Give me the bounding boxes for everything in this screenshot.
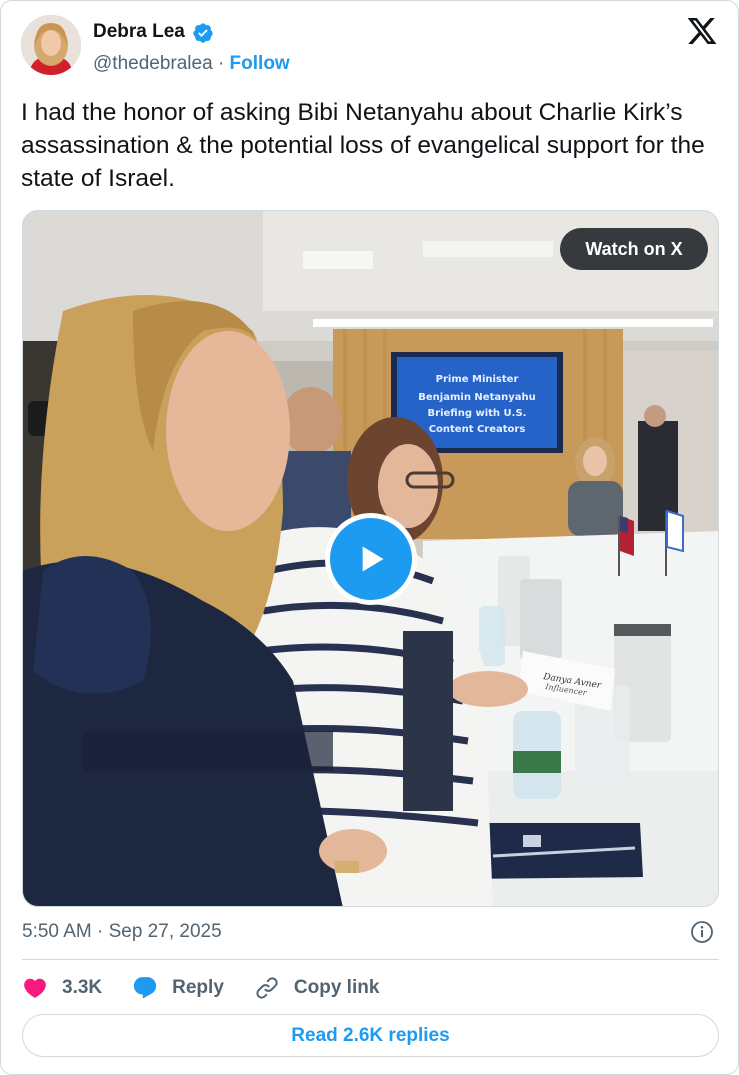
divider: [22, 959, 719, 960]
action-bar: 3.3K Reply Copy link: [22, 971, 409, 1005]
reply-button[interactable]: Reply: [132, 975, 224, 1001]
verified-badge-icon: [193, 23, 213, 43]
tweet-timestamp[interactable]: 5:50 AM · Sep 27, 2025: [22, 921, 222, 943]
play-button[interactable]: [325, 513, 417, 605]
like-count: 3.3K: [62, 977, 103, 998]
watch-on-x-button[interactable]: Watch on X: [560, 228, 708, 270]
x-logo-icon[interactable]: [685, 15, 719, 47]
reply-label: Reply: [172, 977, 224, 998]
link-icon: [256, 977, 278, 999]
author-handle-row: @thedebralea · Follow: [93, 53, 290, 75]
follow-button[interactable]: Follow: [230, 53, 290, 74]
author-handle[interactable]: @thedebralea: [93, 53, 213, 74]
screen-line-4: Content Creators: [429, 424, 526, 435]
separator-dot: ·: [217, 53, 225, 74]
video-media[interactable]: Prime Minister Benjamin Netanyahu Briefi…: [22, 210, 719, 907]
heart-icon: [24, 978, 46, 998]
author-avatar[interactable]: [21, 15, 81, 75]
tweet-text: I had the honor of asking Bibi Netanyahu…: [21, 99, 705, 192]
copy-link-label: Copy link: [293, 977, 380, 998]
screen-line-1: Prime Minister: [436, 374, 519, 385]
screen-line-3: Briefing with U.S.: [428, 408, 527, 419]
info-icon[interactable]: [690, 920, 714, 944]
author-name[interactable]: Debra Lea: [93, 21, 185, 43]
copy-link-button[interactable]: Copy link: [254, 975, 380, 1001]
screen-line-2: Benjamin Netanyahu: [418, 392, 535, 403]
like-button[interactable]: 3.3K: [22, 975, 102, 1001]
tweet-embed-card: Debra Lea @thedebralea · Follow I had th…: [0, 0, 739, 1075]
read-replies-button[interactable]: Read 2.6K replies: [22, 1014, 719, 1057]
play-icon: [362, 546, 384, 572]
reply-bubble-icon: [134, 977, 157, 999]
